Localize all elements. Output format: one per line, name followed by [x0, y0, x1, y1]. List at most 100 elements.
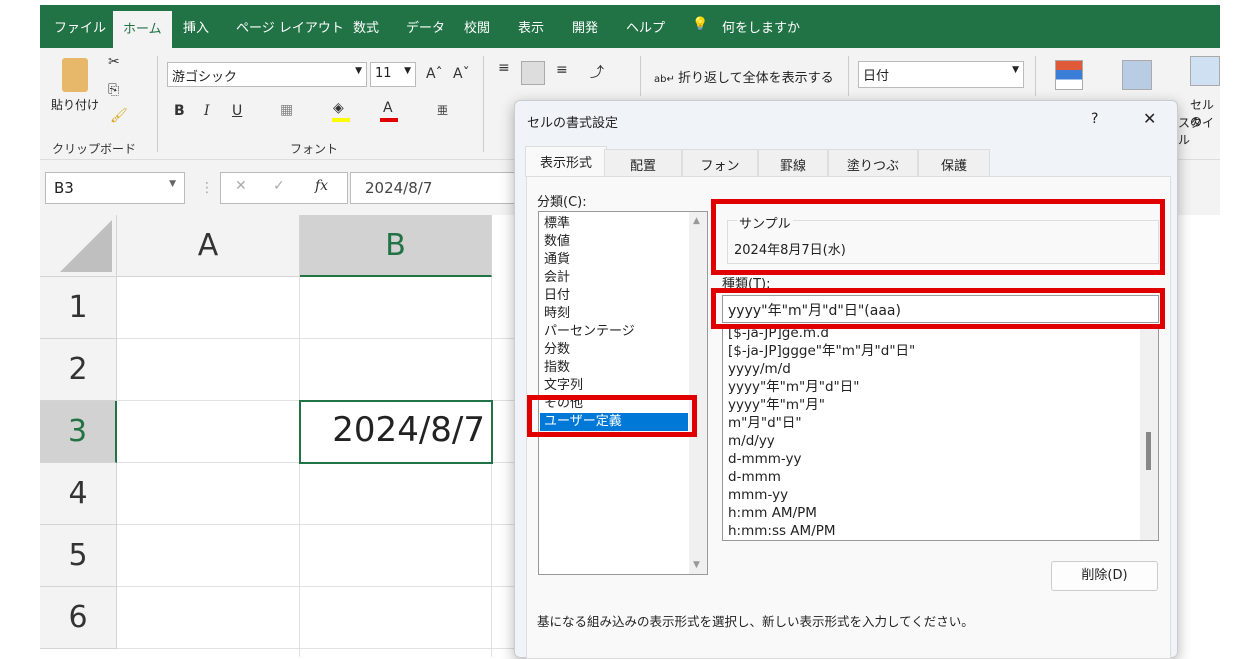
row-header-5[interactable]: 5 — [40, 525, 117, 587]
dialog-tab-fill[interactable]: 塗りつぶし — [828, 149, 918, 193]
fill-color-icon[interactable]: ◈ — [333, 100, 344, 116]
cut-icon[interactable]: ✂ — [108, 54, 120, 70]
decrease-font-icon[interactable]: Aˇ — [453, 66, 470, 82]
select-all-button[interactable] — [40, 215, 117, 277]
category-item[interactable]: 日付 — [540, 287, 688, 305]
tell-me-search[interactable]: 何をしますか — [722, 17, 800, 36]
italic-button[interactable]: I — [204, 103, 210, 119]
number-format-value: 日付 — [863, 69, 890, 84]
font-color-button[interactable]: A — [383, 100, 393, 116]
paste-icon[interactable] — [62, 58, 88, 92]
dialog-tab-font[interactable]: フォント — [682, 149, 758, 193]
wrap-text-button[interactable]: ab↵ 折り返して全体を表示する — [654, 67, 834, 86]
copy-icon[interactable]: ⎘ — [108, 82, 119, 98]
orientation-icon[interactable]: ⤴ — [590, 62, 604, 82]
column-header-a[interactable]: A — [117, 215, 300, 277]
category-item[interactable]: 会計 — [540, 269, 688, 287]
tab-help[interactable]: ヘルプ — [626, 17, 665, 36]
category-item[interactable]: 標準 — [540, 215, 688, 233]
format-item[interactable]: m"月"d"日" — [724, 414, 1134, 432]
underline-button[interactable]: U — [232, 103, 242, 119]
category-item[interactable]: 時刻 — [540, 305, 688, 323]
category-item[interactable]: 通貨 — [540, 251, 688, 269]
formula-buttons: ✕ ✓ fx — [220, 172, 348, 204]
format-item[interactable]: yyyy/m/d — [724, 360, 1134, 378]
ribbon-tab-bar: ファイル ホーム 挿入 ページ レイアウト 数式 データ 校閲 表示 開発 ヘル… — [40, 5, 1220, 48]
cell-styles-label-2[interactable]: スタイル — [1178, 114, 1220, 148]
phonetic-icon[interactable]: 亜 — [437, 102, 448, 118]
lightbulb-icon: 💡 — [692, 17, 709, 32]
category-item[interactable]: パーセンテージ — [540, 323, 688, 341]
wrap-text-icon: ab↵ — [654, 74, 679, 85]
category-item[interactable]: 指数 — [540, 359, 688, 377]
category-item[interactable]: 数値 — [540, 233, 688, 251]
cell-styles-icon[interactable] — [1190, 56, 1220, 86]
formula-input[interactable]: 2024/8/7 — [350, 172, 520, 204]
cell-b3[interactable]: 2024/8/7 — [299, 400, 493, 464]
category-scrollbar[interactable]: ▲ ▼ — [689, 212, 707, 574]
format-item[interactable]: h:mm:ss AM/PM — [724, 522, 1134, 540]
font-size-value: 11 — [375, 66, 392, 81]
format-item[interactable]: d-mmm-yy — [724, 450, 1134, 468]
clipboard-group-label: クリップボード — [52, 142, 137, 156]
format-list[interactable]: [$-ja-JP]ge.m.d [$-ja-JP]ggge"年"m"月"d"日" y… — [722, 328, 1159, 541]
format-as-table-icon[interactable] — [1122, 60, 1152, 90]
format-item[interactable]: mmm-yy — [724, 486, 1134, 504]
category-label: 分類(C): — [537, 195, 587, 210]
category-item[interactable]: 分数 — [540, 341, 688, 359]
row-header-3[interactable]: 3 — [40, 401, 117, 463]
dialog-tab-border[interactable]: 罫線 — [758, 149, 828, 176]
insert-function-icon[interactable]: fx — [315, 178, 328, 194]
row-header-4[interactable]: 4 — [40, 463, 117, 525]
category-item[interactable]: 文字列 — [540, 377, 688, 395]
format-scrollbar[interactable] — [1140, 329, 1158, 540]
dialog-tab-protection[interactable]: 保護 — [918, 149, 990, 176]
enter-icon[interactable]: ✓ — [273, 178, 285, 194]
tab-developer[interactable]: 開発 — [572, 17, 598, 36]
name-box-value: B3 — [54, 179, 74, 197]
bold-button[interactable]: B — [174, 103, 185, 119]
align-bottom-icon[interactable]: ≡ — [556, 62, 568, 78]
close-button[interactable]: ✕ — [1143, 109, 1156, 128]
number-format-select[interactable]: 日付 ▼ — [858, 61, 1024, 88]
align-middle-icon[interactable] — [521, 61, 545, 85]
align-top-icon[interactable]: ≡ — [498, 60, 510, 76]
format-item[interactable]: h:mm AM/PM — [724, 504, 1134, 522]
format-scrollbar-thumb[interactable] — [1146, 432, 1151, 470]
highlight-type-input — [711, 288, 1165, 329]
format-item[interactable]: d-mmm — [724, 468, 1134, 486]
tab-data[interactable]: データ — [406, 17, 445, 36]
delete-button[interactable]: 削除(D) — [1051, 561, 1158, 591]
tab-file[interactable]: ファイル — [54, 17, 106, 36]
format-item[interactable]: [$-ja-JP]ge.m.d — [724, 329, 1134, 342]
tab-view[interactable]: 表示 — [518, 17, 544, 36]
format-item[interactable]: m/d/yy — [724, 432, 1134, 450]
more-icon: ⋮ — [200, 180, 214, 196]
paste-button[interactable]: 貼り付け — [51, 96, 99, 113]
format-item[interactable]: yyyy"年"m"月"d"日" — [724, 378, 1134, 396]
conditional-formatting-icon[interactable] — [1055, 60, 1083, 90]
dialog-tab-number[interactable]: 表示形式 — [525, 146, 608, 177]
highlight-sample — [711, 199, 1165, 275]
tab-review[interactable]: 校閲 — [464, 17, 490, 36]
font-name-select[interactable]: 游ゴシック ▼ — [167, 62, 367, 87]
tab-insert[interactable]: 挿入 — [183, 17, 209, 36]
format-item[interactable]: [$-ja-JP]ggge"年"m"月"d"日" — [724, 342, 1134, 360]
column-header-b[interactable]: B — [300, 215, 492, 277]
format-painter-icon[interactable]: 🖌 — [110, 108, 128, 124]
tab-formulas[interactable]: 数式 — [353, 17, 379, 36]
tab-home[interactable]: ホーム — [113, 11, 172, 48]
borders-icon[interactable]: ▦ — [280, 102, 293, 118]
row-header-1[interactable]: 1 — [40, 277, 117, 339]
dialog-tab-alignment[interactable]: 配置 — [604, 149, 682, 176]
row-header-6[interactable]: 6 — [40, 587, 117, 649]
category-list[interactable]: 標準 数値 通貨 会計 日付 時刻 パーセンテージ 分数 指数 文字列 その他 ユーザー定義 ▲ ▼ — [538, 211, 708, 575]
tab-page-layout[interactable]: ページ レイアウト — [236, 17, 344, 36]
cancel-icon[interactable]: ✕ — [235, 178, 247, 194]
row-header-2[interactable]: 2 — [40, 339, 117, 401]
help-button[interactable]: ? — [1091, 111, 1098, 127]
increase-font-icon[interactable]: Aˆ — [426, 66, 443, 82]
name-box[interactable]: B3 ▼ — [45, 172, 185, 204]
font-size-select[interactable]: 11 ▼ — [370, 62, 416, 87]
format-item[interactable]: yyyy"年"m"月" — [724, 396, 1134, 414]
